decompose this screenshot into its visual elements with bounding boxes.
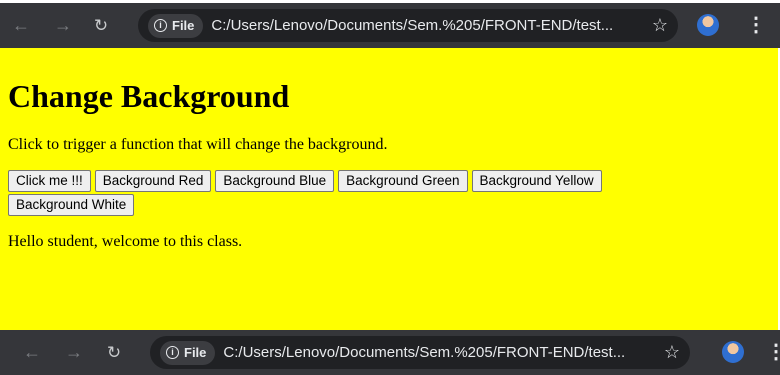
site-info-chip[interactable]: i File [148,13,204,38]
reload-icon[interactable]: ↻ [89,14,113,38]
kebab-menu-icon[interactable]: ⋮ [746,12,766,37]
greeting-text: Hello student, welcome to this class. [8,233,243,250]
url-text[interactable]: C:/Users/Lenovo/Documents/Sem.%205/FRONT… [211,17,642,34]
background-green-button[interactable]: Background Green [338,170,468,192]
background-blue-button[interactable]: Background Blue [215,170,335,192]
page-description: Click to trigger a function that will ch… [8,136,388,153]
click-me-button[interactable]: Click me !!! [8,170,91,192]
background-red-button[interactable]: Background Red [94,170,212,192]
info-icon: i [166,346,179,359]
avatar[interactable] [722,341,744,363]
background-white-button[interactable]: Background White [8,194,135,216]
reload-icon[interactable]: ↻ [102,341,126,365]
address-bar[interactable]: i File C:/Users/Lenovo/Documents/Sem.%20… [138,9,678,42]
site-info-label: File [184,345,207,360]
browser-toolbar-2: ← → ↻ i File C:/Users/Lenovo/Documents/S… [0,330,780,375]
page-title: Change Background [8,78,290,114]
forward-arrow-icon[interactable]: → [62,341,86,365]
back-arrow-icon[interactable]: ← [9,14,33,38]
forward-arrow-icon[interactable]: → [51,14,75,38]
avatar[interactable] [697,14,719,36]
site-info-label: File [172,18,195,33]
info-icon: i [154,19,167,32]
page-content: Change Background Click to trigger a fun… [0,48,778,330]
site-info-chip[interactable]: i File [160,340,216,365]
address-bar-2[interactable]: i File C:/Users/Lenovo/Documents/Sem.%20… [150,336,690,369]
star-icon[interactable]: ☆ [654,342,690,363]
url-text[interactable]: C:/Users/Lenovo/Documents/Sem.%205/FRONT… [223,344,654,361]
button-row: Click me !!! Background Red Background B… [8,170,708,216]
kebab-menu-icon[interactable]: ⋮ [766,339,780,364]
browser-toolbar: ← → ↻ i File C:/Users/Lenovo/Documents/S… [0,3,780,48]
back-arrow-icon[interactable]: ← [20,341,44,365]
star-icon[interactable]: ☆ [642,15,678,36]
background-yellow-button[interactable]: Background Yellow [471,170,602,192]
